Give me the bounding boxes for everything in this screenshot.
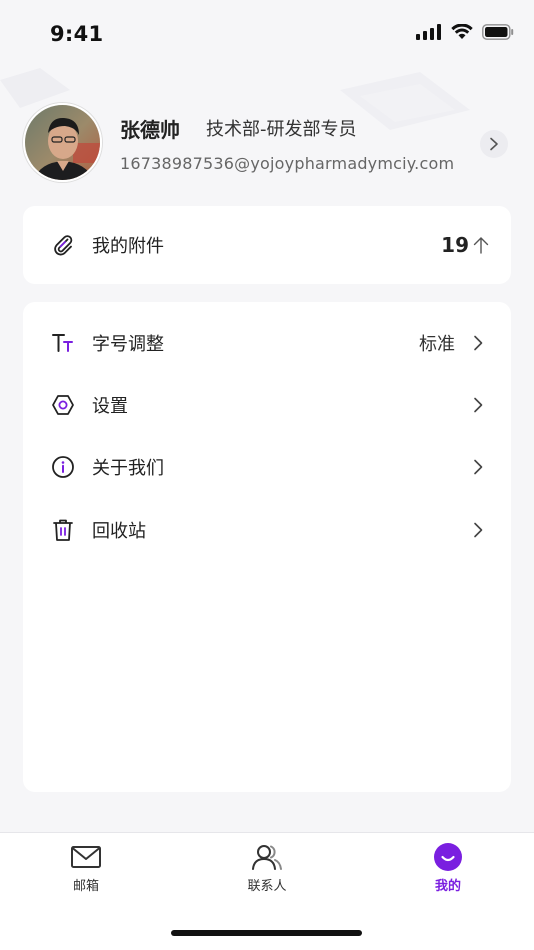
user-email: 16738987536@yojoypharmadymciy.com: [120, 154, 455, 173]
chevron-right-icon: [471, 457, 485, 477]
tab-label: 我的: [434, 879, 461, 894]
battery-icon: [482, 24, 514, 40]
me-icon: [434, 843, 462, 871]
avatar[interactable]: [23, 103, 102, 182]
attachments-row[interactable]: 我的附件 19: [23, 220, 511, 270]
menu-item-recycle-bin[interactable]: 回收站: [23, 505, 511, 555]
menu-item-settings[interactable]: 设置: [23, 380, 511, 430]
menu-item-font-size[interactable]: 字号调整 标准: [23, 318, 511, 368]
mail-icon: [71, 846, 101, 868]
attachments-card[interactable]: 我的附件 19: [23, 206, 511, 284]
status-time: 9:41: [50, 22, 104, 46]
menu-item-label: 字号调整: [92, 334, 164, 355]
user-name: 张德帅: [120, 118, 180, 142]
chevron-right-icon: [490, 137, 498, 151]
chevron-right-icon: [471, 333, 485, 353]
wifi-icon: [451, 24, 473, 39]
settings-menu-card: 字号调整 标准 设置 关于我们 回收站: [23, 302, 511, 792]
menu-item-label: 回收站: [92, 521, 146, 542]
status-bar: 9:41: [0, 0, 534, 64]
menu-item-about[interactable]: 关于我们: [23, 442, 511, 492]
home-indicator: [171, 930, 362, 936]
menu-item-label: 关于我们: [92, 458, 164, 479]
status-icons: [416, 24, 514, 40]
arrow-up-icon: [473, 235, 489, 255]
menu-item-label: 设置: [92, 396, 128, 417]
chevron-right-icon: [471, 520, 485, 540]
contacts-icon: [252, 845, 282, 870]
profile-header[interactable]: 张德帅 技术部-研发部专员 16738987536@yojoypharmadym…: [0, 100, 534, 190]
attachments-label: 我的附件: [92, 236, 164, 257]
profile-detail-button[interactable]: [480, 130, 508, 158]
user-department: 技术部-研发部专员: [206, 119, 357, 140]
signal-icon: [416, 24, 441, 40]
tab-label: 联系人: [247, 879, 287, 894]
chevron-right-icon: [471, 395, 485, 415]
trash-icon: [51, 518, 75, 542]
tab-contacts[interactable]: 联系人: [222, 843, 312, 894]
settings-icon: [51, 393, 75, 417]
tab-mail[interactable]: 邮箱: [41, 843, 131, 894]
font-size-value: 标准: [419, 334, 455, 355]
tab-me[interactable]: 我的: [403, 843, 493, 894]
attachments-count: 19: [441, 233, 469, 257]
font-size-icon: [51, 331, 75, 355]
avatar-photo: [25, 105, 100, 180]
tab-label: 邮箱: [72, 879, 99, 894]
paperclip-icon: [51, 233, 75, 257]
info-icon: [51, 455, 75, 479]
